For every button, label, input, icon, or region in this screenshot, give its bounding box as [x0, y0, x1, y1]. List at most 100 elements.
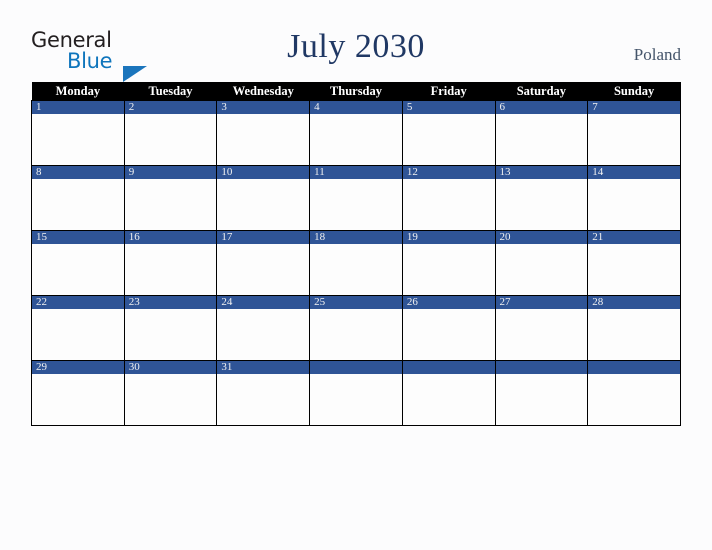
calendar-header-row: Monday Tuesday Wednesday Thursday Friday…: [31, 82, 681, 101]
day-cell[interactable]: 3: [216, 100, 311, 166]
day-number: 9: [124, 166, 217, 179]
day-events-area[interactable]: [32, 374, 124, 425]
day-events-area[interactable]: [310, 374, 402, 425]
day-cell[interactable]: 12: [401, 165, 496, 231]
column-header-friday: Friday: [402, 82, 496, 101]
column-header-thursday: Thursday: [309, 82, 403, 101]
day-number: 27: [495, 296, 588, 309]
day-cell[interactable]: 15: [31, 230, 125, 296]
day-events-area[interactable]: [588, 114, 680, 165]
day-number: 3: [217, 101, 310, 114]
day-events-area[interactable]: [32, 309, 124, 360]
day-cell[interactable]: 5: [401, 100, 496, 166]
location-label: Poland: [633, 45, 681, 64]
day-cell-empty[interactable]: [494, 360, 589, 426]
day-events-area[interactable]: [217, 179, 310, 230]
day-cell[interactable]: 14: [587, 165, 681, 231]
day-events-area[interactable]: [588, 244, 680, 295]
day-events-area[interactable]: [124, 114, 217, 165]
day-cell[interactable]: 20: [494, 230, 589, 296]
day-cell[interactable]: 2: [123, 100, 218, 166]
day-events-area[interactable]: [495, 374, 588, 425]
day-cell[interactable]: 21: [587, 230, 681, 296]
day-events-area[interactable]: [310, 114, 402, 165]
day-cell[interactable]: 29: [31, 360, 125, 426]
day-number: 1: [32, 101, 124, 114]
day-cell[interactable]: 24: [216, 295, 311, 361]
day-number: 31: [217, 361, 310, 374]
day-number: 22: [32, 296, 124, 309]
day-events-area[interactable]: [310, 309, 402, 360]
day-events-area[interactable]: [32, 244, 124, 295]
day-number: 12: [402, 166, 495, 179]
day-events-area[interactable]: [402, 374, 495, 425]
day-cell[interactable]: 22: [31, 295, 125, 361]
day-cell[interactable]: 18: [309, 230, 403, 296]
day-cell[interactable]: 30: [123, 360, 218, 426]
day-events-area[interactable]: [124, 309, 217, 360]
day-number: 23: [124, 296, 217, 309]
day-events-area[interactable]: [495, 244, 588, 295]
day-events-area[interactable]: [402, 114, 495, 165]
day-events-area[interactable]: [217, 374, 310, 425]
day-cell[interactable]: 27: [494, 295, 589, 361]
day-cell[interactable]: 10: [216, 165, 311, 231]
day-cell[interactable]: 28: [587, 295, 681, 361]
day-events-area[interactable]: [124, 244, 217, 295]
day-cell[interactable]: 17: [216, 230, 311, 296]
column-header-monday: Monday: [31, 82, 125, 101]
day-events-area[interactable]: [310, 179, 402, 230]
day-number: 19: [402, 231, 495, 244]
day-events-area[interactable]: [402, 179, 495, 230]
day-number: 8: [32, 166, 124, 179]
day-cell[interactable]: 9: [123, 165, 218, 231]
day-cell[interactable]: 31: [216, 360, 311, 426]
day-cell[interactable]: 11: [309, 165, 403, 231]
day-cell[interactable]: 6: [494, 100, 589, 166]
day-events-area[interactable]: [124, 374, 217, 425]
day-number: 14: [588, 166, 680, 179]
day-number: 29: [32, 361, 124, 374]
day-cell-empty[interactable]: [401, 360, 496, 426]
day-cell[interactable]: 1: [31, 100, 125, 166]
day-cell[interactable]: 25: [309, 295, 403, 361]
day-cell[interactable]: 7: [587, 100, 681, 166]
day-number: 10: [217, 166, 310, 179]
day-cell[interactable]: 19: [401, 230, 496, 296]
day-cell[interactable]: 13: [494, 165, 589, 231]
day-number: [402, 361, 495, 374]
day-events-area[interactable]: [495, 309, 588, 360]
day-events-area[interactable]: [32, 179, 124, 230]
day-events-area[interactable]: [217, 114, 310, 165]
day-events-area[interactable]: [588, 179, 680, 230]
day-events-area[interactable]: [495, 179, 588, 230]
day-number: 30: [124, 361, 217, 374]
day-events-area[interactable]: [402, 309, 495, 360]
calendar-body: 1 2 3 4 5 6 7 8 9 10 11 12 13 14 15 16 1…: [31, 100, 681, 426]
day-cell[interactable]: 23: [123, 295, 218, 361]
day-cell[interactable]: 4: [309, 100, 403, 166]
triangle-right-icon: [123, 66, 147, 82]
day-events-area[interactable]: [32, 114, 124, 165]
day-events-area[interactable]: [217, 244, 310, 295]
day-cell[interactable]: 8: [31, 165, 125, 231]
day-number: 17: [217, 231, 310, 244]
day-events-area[interactable]: [588, 309, 680, 360]
day-events-area[interactable]: [588, 374, 680, 425]
day-cell-empty[interactable]: [309, 360, 403, 426]
day-number: 2: [124, 101, 217, 114]
day-cell-empty[interactable]: [587, 360, 681, 426]
day-number: 28: [588, 296, 680, 309]
day-events-area[interactable]: [402, 244, 495, 295]
day-events-area[interactable]: [124, 179, 217, 230]
day-number: 6: [495, 101, 588, 114]
day-number: 21: [588, 231, 680, 244]
day-number: 11: [310, 166, 402, 179]
day-events-area[interactable]: [310, 244, 402, 295]
column-header-wednesday: Wednesday: [216, 82, 310, 101]
day-events-area[interactable]: [217, 309, 310, 360]
day-cell[interactable]: 26: [401, 295, 496, 361]
day-number: 7: [588, 101, 680, 114]
day-cell[interactable]: 16: [123, 230, 218, 296]
day-events-area[interactable]: [495, 114, 588, 165]
